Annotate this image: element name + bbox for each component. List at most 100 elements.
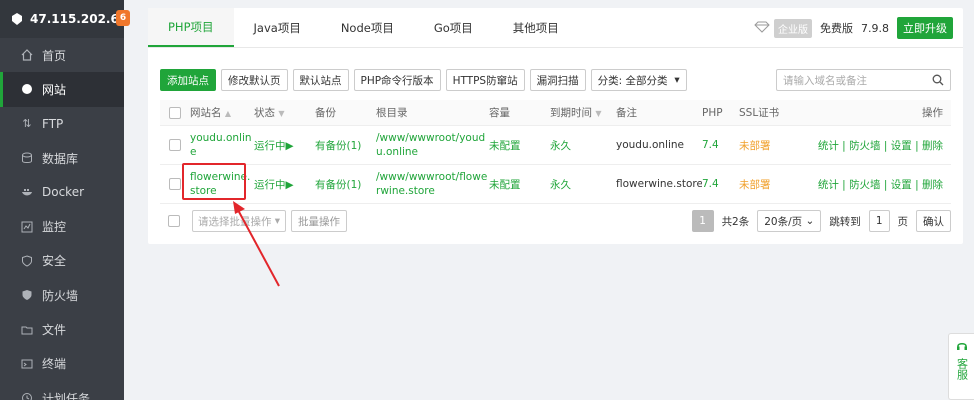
- site-capacity[interactable]: 未配置: [489, 138, 550, 153]
- https-protect-button[interactable]: HTTPS防窜站: [445, 69, 525, 91]
- add-site-button[interactable]: 添加站点: [160, 69, 216, 91]
- globe-icon: [20, 82, 34, 96]
- header-backup: 备份: [315, 107, 336, 119]
- header-name[interactable]: 网站名 ▲: [190, 105, 254, 120]
- jump-page-input[interactable]: 1: [868, 210, 890, 232]
- sidebar-item-label: Docker: [42, 185, 85, 200]
- site-status[interactable]: 运行中▶: [254, 138, 315, 153]
- site-php-version[interactable]: 7.4: [702, 139, 739, 151]
- footer-select-all-checkbox[interactable]: [168, 215, 180, 227]
- site-remark[interactable]: flowerwine.store: [616, 178, 702, 190]
- category-select[interactable]: 分类: 全部分类 ▾: [590, 69, 687, 91]
- caret-down-icon: ▾: [274, 215, 280, 227]
- site-ssl-status[interactable]: 未部署: [739, 177, 799, 192]
- default-site-button[interactable]: 默认站点: [292, 69, 349, 91]
- site-expire[interactable]: 永久: [550, 177, 616, 192]
- firewall-link[interactable]: 防火墙: [849, 140, 881, 152]
- row-checkbox[interactable]: [169, 139, 181, 151]
- site-backup[interactable]: 有备份(1): [315, 177, 376, 192]
- database-icon: [20, 151, 34, 165]
- shield-icon: [20, 254, 34, 268]
- sidebar-item-label: 防火墙: [42, 288, 79, 303]
- search-icon[interactable]: [932, 74, 944, 89]
- search-placeholder: 请输入域名或备注: [783, 74, 867, 87]
- sidebar-item-database[interactable]: 数据库: [0, 141, 124, 175]
- sidebar-item-files[interactable]: 文件: [0, 312, 124, 346]
- current-page[interactable]: 1: [691, 210, 714, 232]
- site-table: 网站名 ▲ 状态 ▼ 备份 根目录 容量 到期时间 ▼ 备注 PHP SSL证书…: [160, 100, 951, 204]
- stats-link[interactable]: 统计: [818, 140, 839, 152]
- sidebar-item-label: 文件: [42, 323, 67, 338]
- chevron-down-icon: ⌄: [805, 215, 815, 227]
- header-remark: 备注: [616, 107, 637, 119]
- search-input[interactable]: 请输入域名或备注: [776, 69, 951, 91]
- sidebar-item-terminal[interactable]: 终端: [0, 347, 124, 381]
- site-remark[interactable]: youdu.online: [616, 139, 702, 151]
- sidebar-header: 47.115.202.61 6: [0, 0, 130, 38]
- sidebar-item-home[interactable]: 首页: [0, 38, 124, 72]
- site-expire[interactable]: 永久: [550, 138, 616, 153]
- per-page-value: 20条/页: [764, 215, 803, 228]
- sidebar-item-monitor[interactable]: 监控: [0, 209, 124, 243]
- headset-icon: [956, 340, 968, 355]
- confirm-jump-button[interactable]: 确认: [916, 210, 951, 232]
- delete-link[interactable]: 删除: [922, 140, 943, 152]
- pagination: 1 共2条 20条/页 ⌄ 跳转到 1 页 确认: [691, 210, 951, 232]
- php-cli-version-button[interactable]: PHP命令行版本: [353, 69, 441, 91]
- site-ssl-status[interactable]: 未部署: [739, 138, 799, 153]
- jump-to-label: 跳转到: [829, 215, 861, 228]
- header-status[interactable]: 状态 ▼: [254, 105, 315, 120]
- row-checkbox[interactable]: [169, 178, 181, 190]
- header-php: PHP: [702, 106, 723, 119]
- firewall-link[interactable]: 防火墙: [849, 179, 881, 191]
- home-icon: [20, 48, 34, 62]
- site-root-path[interactable]: /www/wwwroot/flowerwine.store: [376, 170, 489, 198]
- sidebar-item-label: 安全: [42, 254, 67, 269]
- header-expire[interactable]: 到期时间 ▼: [550, 105, 616, 120]
- sort-desc-icon: ▼: [278, 109, 285, 118]
- sidebar-item-cron[interactable]: 计划任务: [0, 381, 124, 400]
- sidebar-item-firewall[interactable]: 防火墙: [0, 278, 124, 312]
- sidebar-item-label: 终端: [42, 357, 67, 372]
- row-actions: 统计 | 防火墙 | 设置 | 删除: [817, 178, 943, 191]
- site-backup[interactable]: 有备份(1): [315, 138, 376, 153]
- sidebar-item-ftp[interactable]: ⇅ FTP: [0, 107, 124, 141]
- batch-operation-button[interactable]: 批量操作: [291, 210, 347, 232]
- sidebar: 47.115.202.61 6 首页 网站 ⇅ FTP 数据库 Docker 监…: [0, 0, 130, 400]
- table-header: 网站名 ▲ 状态 ▼ 备份 根目录 容量 到期时间 ▼ 备注 PHP SSL证书…: [160, 100, 951, 126]
- customer-service-button[interactable]: 客服: [948, 333, 974, 400]
- header-ssl: SSL证书: [739, 107, 780, 119]
- sidebar-item-label: 首页: [42, 48, 67, 63]
- site-capacity[interactable]: 未配置: [489, 177, 550, 192]
- customer-service-label: 客服: [955, 358, 969, 380]
- table-row: flowerwine.store 运行中▶ 有备份(1) /www/wwwroo…: [160, 165, 951, 204]
- per-page-select[interactable]: 20条/页 ⌄: [757, 210, 822, 232]
- delete-link[interactable]: 删除: [922, 179, 943, 191]
- sidebar-item-docker[interactable]: Docker: [0, 175, 124, 209]
- table-row: youdu.online 运行中▶ 有备份(1) /www/wwwroot/yo…: [160, 126, 951, 165]
- logo-icon: [10, 12, 24, 26]
- site-root-path[interactable]: /www/wwwroot/youdu.online: [376, 131, 489, 159]
- sort-desc-icon: ▼: [595, 109, 602, 118]
- select-all-checkbox[interactable]: [169, 106, 181, 119]
- select-all-cell: [160, 106, 190, 119]
- caret-down-icon: ▾: [674, 74, 680, 86]
- stats-link[interactable]: 统计: [818, 179, 839, 191]
- notification-badge[interactable]: 6: [116, 10, 130, 26]
- monitor-icon: [20, 220, 34, 234]
- settings-link[interactable]: 设置: [891, 179, 912, 191]
- batch-operation-select[interactable]: 请选择批量操作 ▾: [192, 210, 286, 232]
- sidebar-item-security[interactable]: 安全: [0, 244, 124, 278]
- vuln-scan-button[interactable]: 漏洞扫描: [529, 69, 586, 91]
- sidebar-item-website[interactable]: 网站: [0, 72, 124, 107]
- site-name-link[interactable]: youdu.online: [190, 131, 254, 159]
- settings-link[interactable]: 设置: [891, 140, 912, 152]
- panel-content: 添加站点 修改默认页 默认站点 PHP命令行版本 HTTPS防窜站 漏洞扫描 分…: [148, 8, 963, 244]
- site-php-version[interactable]: 7.4: [702, 178, 739, 190]
- sidebar-item-label: 网站: [42, 82, 67, 97]
- header-name-label: 网站名: [190, 107, 222, 119]
- site-status[interactable]: 运行中▶: [254, 177, 315, 192]
- change-default-page-button[interactable]: 修改默认页: [221, 69, 288, 91]
- host-address: 47.115.202.61: [30, 12, 128, 26]
- total-count: 共2条: [721, 215, 750, 228]
